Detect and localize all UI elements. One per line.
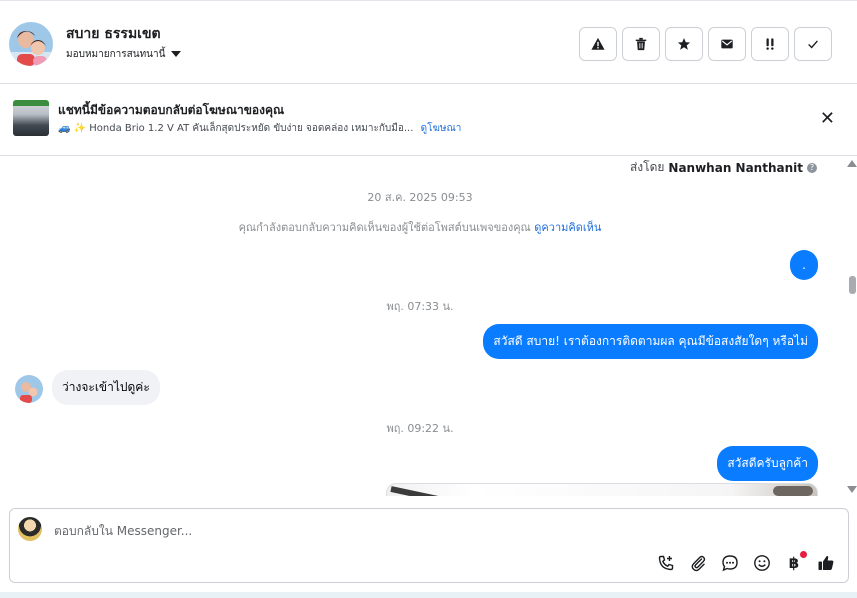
thumbs-up-icon (818, 556, 834, 570)
contact-name: สบาย ธรรมเขต (66, 26, 161, 42)
contact-avatar-small (15, 375, 43, 403)
incoming-message[interactable]: ว่างจะเข้าไปดูค่ะ (52, 370, 160, 405)
timestamp: พฤ. 07:33 น. (386, 300, 454, 313)
attachment-icon (691, 555, 706, 572)
mark-done-button[interactable] (794, 27, 832, 61)
ad-thumbnail[interactable] (13, 100, 49, 136)
info-icon[interactable]: ? (807, 162, 817, 173)
star-icon (677, 38, 691, 50)
emoji-icon (754, 555, 770, 571)
ad-description: 🚙 ✨ Honda Brio 1.2 V AT คันเล็กสุดประหยั… (58, 123, 414, 134)
reply-options-icon (658, 555, 674, 571)
scroll-up-arrow[interactable] (847, 160, 857, 167)
notification-dot (800, 551, 807, 558)
assign-label: มอบหมายการสนทนานี้ (66, 49, 166, 60)
image-attachment[interactable] (386, 483, 818, 496)
system-notice-text: คุณกำลังตอบกลับความคิดเห็นของผู้ใช้ต่อโพ… (238, 221, 531, 234)
star-button[interactable] (665, 27, 703, 61)
follow-up-button[interactable] (751, 27, 789, 61)
contact-avatar[interactable] (9, 22, 53, 66)
timestamp: พฤ. 09:22 น. (386, 422, 454, 435)
timestamp: 20 ส.ค. 2025 09:53 (367, 191, 473, 204)
saved-replies-icon (722, 555, 738, 572)
trash-icon (635, 37, 647, 51)
bottom-strip (0, 592, 857, 598)
outgoing-message[interactable]: สวัสดีครับลูกค้า (717, 446, 818, 481)
mark-spam-button[interactable] (579, 27, 617, 61)
sender-name: Nanwhan Nanthanit (668, 160, 803, 175)
mark-unread-button[interactable] (708, 27, 746, 61)
outgoing-message[interactable]: สวัสดี สบาย! เราต้องการติดตามผล คุณมีข้อ… (483, 324, 818, 359)
chevron-down-icon (171, 50, 182, 57)
sent-by-label: ส่งโดย Nanwhan Nanthanit ? (630, 158, 817, 177)
ad-reply-banner: แชทนี้มีข้อความตอบกลับต่อโฆษณาของคุณ 🚙 ✨… (0, 84, 857, 156)
payment-icon: ฿ (788, 554, 800, 572)
reply-input[interactable] (54, 521, 754, 541)
scrollbar-thumb[interactable] (849, 276, 856, 294)
conversation-actions (579, 27, 832, 61)
attach-button[interactable] (688, 553, 708, 573)
reply-composer: ฿ (9, 508, 849, 583)
payment-button[interactable]: ฿ (784, 551, 807, 573)
close-icon[interactable]: ✕ (820, 110, 835, 128)
reply-options-button[interactable] (656, 553, 676, 573)
view-comment-link[interactable]: ดูความคิดเห็น (534, 221, 601, 234)
check-icon (808, 40, 818, 49)
like-button[interactable] (816, 553, 836, 573)
composer-toolbar: ฿ (656, 551, 836, 573)
follow-up-icon (766, 38, 774, 50)
page-avatar (18, 517, 42, 541)
delete-button[interactable] (622, 27, 660, 61)
outgoing-message[interactable]: . (790, 250, 818, 280)
emoji-button[interactable] (752, 553, 772, 573)
banner-title: แชทนี้มีข้อความตอบกลับต่อโฆษณาของคุณ (58, 103, 285, 117)
system-notice: คุณกำลังตอบกลับความคิดเห็นของผู้ใช้ต่อโพ… (0, 218, 840, 236)
warning-icon (591, 37, 605, 50)
scroll-down-arrow[interactable] (847, 486, 857, 493)
view-ad-link[interactable]: ดูโฆษณา (421, 123, 462, 134)
conversation-header: สบาย ธรรมเขต มอบหมายการสนทนานี้ (0, 0, 857, 84)
saved-replies-button[interactable] (720, 553, 740, 573)
sent-by-prefix: ส่งโดย (629, 160, 665, 174)
mail-icon (721, 39, 733, 49)
assign-conversation-dropdown[interactable]: มอบหมายการสนทนานี้ (66, 47, 182, 62)
message-thread[interactable]: ส่งโดย Nanwhan Nanthanit ? 20 ส.ค. 2025 … (0, 156, 857, 496)
banner-subtitle: 🚙 ✨ Honda Brio 1.2 V AT คันเล็กสุดประหยั… (58, 121, 461, 136)
